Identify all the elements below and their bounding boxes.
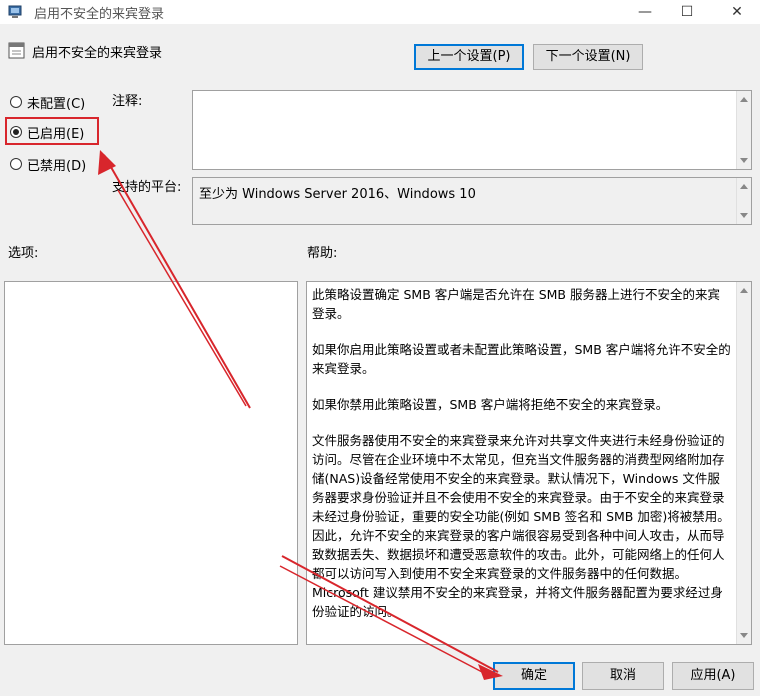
options-label: 选项: [8,246,39,261]
comment-scrollbar[interactable] [736,91,751,169]
options-panel [4,281,298,645]
radio-not-configured[interactable]: 未配置(C) [10,92,85,112]
help-text: 此策略设置确定 SMB 客户端是否允许在 SMB 服务器上进行不安全的来宾登录。… [312,285,732,638]
previous-setting-button[interactable]: 上一个设置(P) [414,44,524,70]
radio-circle[interactable] [10,96,22,108]
close-icon[interactable]: ✕ [714,0,760,24]
radio-circle[interactable] [10,158,22,170]
cancel-button[interactable]: 取消 [582,662,664,690]
help-paragraph: 如果你禁用此策略设置，SMB 客户端将拒绝不安全的来宾登录。 [312,397,669,412]
title-bar: 启用不安全的来宾登录 — ☐ ✕ [0,0,760,24]
apply-button[interactable]: 应用(A) [672,662,754,690]
ok-button[interactable]: 确定 [493,662,575,690]
help-scrollbar[interactable] [736,282,751,644]
help-paragraph: 文件服务器使用不安全的来宾登录来允许对共享文件夹进行未经身份验证的访问。尽管在企… [312,433,730,619]
policy-heading: 启用不安全的来宾登录 [32,46,163,61]
platform-scrollbar[interactable] [736,178,751,224]
scroll-down-icon[interactable] [740,213,748,218]
help-panel: 此策略设置确定 SMB 客户端是否允许在 SMB 服务器上进行不安全的来宾登录。… [306,281,752,645]
radio-disabled[interactable]: 已禁用(D) [10,154,86,174]
enabled-highlight-annotation [5,117,99,145]
window-title: 启用不安全的来宾登录 [34,7,165,22]
scroll-up-icon[interactable] [740,97,748,102]
radio-label: 未配置(C) [27,96,86,112]
scroll-down-icon[interactable] [740,633,748,638]
scroll-down-icon[interactable] [740,158,748,163]
group-policy-icon [8,5,22,18]
minimize-icon[interactable]: — [622,0,668,24]
policy-setting-icon [8,42,25,59]
radio-label: 已禁用(D) [27,158,87,174]
maximize-icon[interactable]: ☐ [664,0,710,24]
platform-value: 至少为 Windows Server 2016、Windows 10 [199,187,476,202]
next-setting-button[interactable]: 下一个设置(N) [533,44,643,70]
help-label: 帮助: [307,246,338,261]
platform-field: 至少为 Windows Server 2016、Windows 10 [192,177,752,225]
comment-label: 注释: [112,94,143,109]
help-paragraph: 此策略设置确定 SMB 客户端是否允许在 SMB 服务器上进行不安全的来宾登录。 [312,287,720,321]
scroll-up-icon[interactable] [740,288,748,293]
comment-textarea[interactable] [192,90,752,170]
platform-label: 支持的平台: [112,180,182,195]
scroll-up-icon[interactable] [740,184,748,189]
help-paragraph: 如果你启用此策略设置或者未配置此策略设置，SMB 客户端将允许不安全的来宾登录。 [312,342,731,376]
